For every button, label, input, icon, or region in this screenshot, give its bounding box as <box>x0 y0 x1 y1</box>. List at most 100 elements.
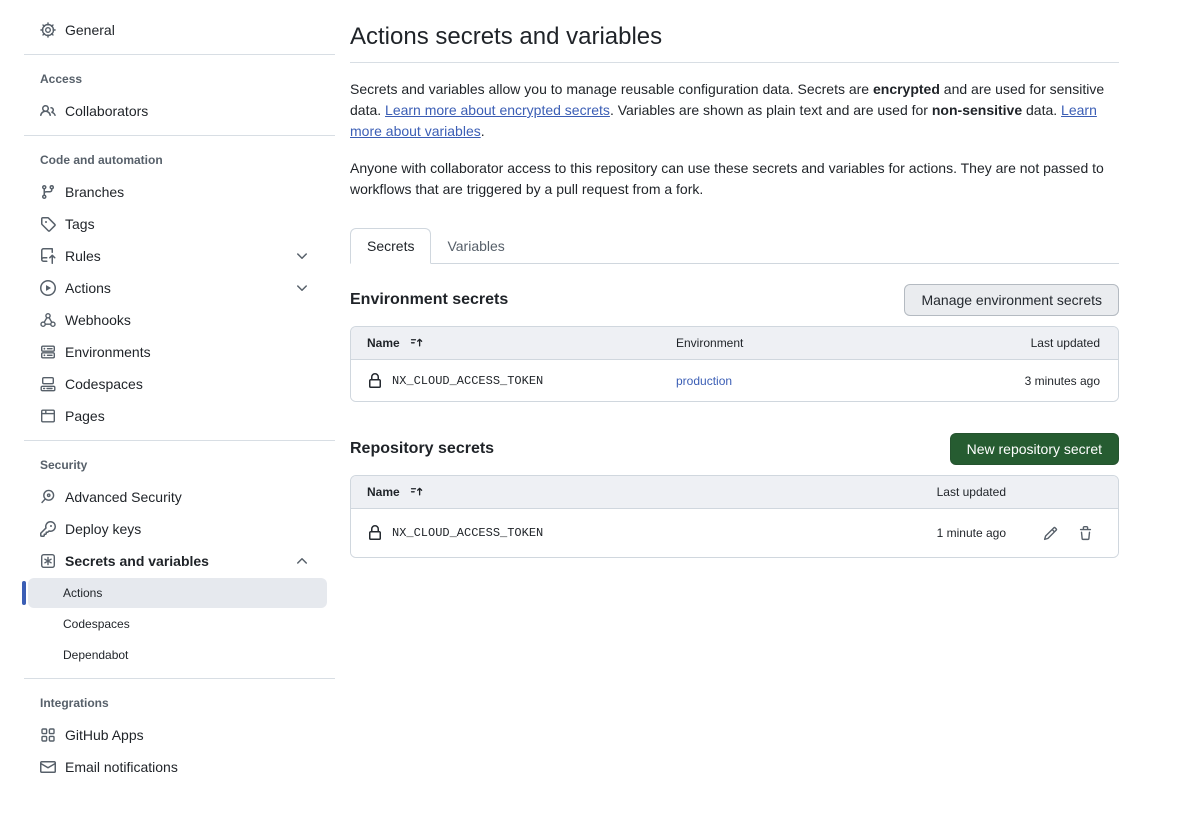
sort-ascending-icon <box>410 336 424 350</box>
last-updated-cell: 3 minutes ago <box>948 374 1118 388</box>
intro-text: Secrets and variables allow you to manag… <box>350 81 873 97</box>
environment-secrets-table: Name Environment Last updated NX_CLOUD_A… <box>350 326 1119 402</box>
column-header-name[interactable]: Name <box>351 336 676 350</box>
environment-secrets-heading: Environment secrets <box>350 291 508 309</box>
sidebar-item-label: Branches <box>65 184 124 200</box>
lock-icon <box>367 373 383 389</box>
column-header-last-updated: Last updated <box>856 485 1006 499</box>
sidebar-section-access: Access <box>0 63 335 95</box>
sidebar-item-email-notifications[interactable]: Email notifications <box>0 751 335 783</box>
sidebar-item-label: Rules <box>65 248 101 264</box>
repository-secrets-heading: Repository secrets <box>350 440 494 458</box>
environment-secrets-header: Environment secrets Manage environment s… <box>350 284 1119 316</box>
secret-name: NX_CLOUD_ACCESS_TOKEN <box>392 374 543 388</box>
sort-ascending-icon <box>410 485 424 499</box>
chevron-down-icon <box>294 280 310 296</box>
pencil-icon <box>1043 526 1058 541</box>
play-icon <box>40 280 56 296</box>
sidebar-item-deploy-keys[interactable]: Deploy keys <box>0 513 335 545</box>
sidebar-item-environments[interactable]: Environments <box>0 336 335 368</box>
intro-text: . <box>481 123 485 139</box>
sidebar-item-label: General <box>65 22 115 38</box>
codespaces-icon <box>40 376 56 392</box>
sidebar-item-label: Pages <box>65 408 105 424</box>
environment-cell: production <box>676 374 948 388</box>
sidebar-subitem-label: Codespaces <box>63 617 130 631</box>
learn-more-encrypted-secrets-link[interactable]: Learn more about encrypted secrets <box>385 102 610 118</box>
intro-paragraph-1: Secrets and variables allow you to manag… <box>350 79 1119 142</box>
row-actions <box>1006 526 1118 541</box>
secret-name-cell: NX_CLOUD_ACCESS_TOKEN <box>351 373 676 389</box>
repository-secrets-header: Repository secrets New repository secret <box>350 433 1119 465</box>
chevron-down-icon <box>294 248 310 264</box>
sidebar-subitem-actions[interactable]: Actions <box>28 578 327 608</box>
repository-secret-row: NX_CLOUD_ACCESS_TOKEN 1 minute ago <box>351 509 1118 557</box>
sidebar-item-label: Codespaces <box>65 376 143 392</box>
new-repository-secret-button[interactable]: New repository secret <box>950 433 1119 465</box>
sidebar-divider <box>24 678 335 679</box>
codescan-icon <box>40 489 56 505</box>
sidebar-item-advanced-security[interactable]: Advanced Security <box>0 481 335 513</box>
column-header-name[interactable]: Name <box>351 485 856 499</box>
column-header-last-updated: Last updated <box>948 336 1118 350</box>
sidebar-divider <box>24 135 335 136</box>
sidebar-item-collaborators[interactable]: Collaborators <box>0 95 335 127</box>
edit-secret-button[interactable] <box>1043 526 1058 541</box>
intro-text: data. <box>1022 102 1061 118</box>
secrets-variables-tabs: Secrets Variables <box>350 228 1119 264</box>
sidebar-section-security: Security <box>0 449 335 481</box>
sidebar-divider <box>24 440 335 441</box>
manage-environment-secrets-button[interactable]: Manage environment secrets <box>904 284 1119 316</box>
sidebar-item-pages[interactable]: Pages <box>0 400 335 432</box>
sidebar-item-actions[interactable]: Actions <box>0 272 335 304</box>
sidebar-divider <box>24 54 335 55</box>
sidebar-section-code-automation: Code and automation <box>0 144 335 176</box>
trash-icon <box>1078 526 1093 541</box>
repository-secrets-table: Name Last updated NX_CLOUD_ACCESS_TOKEN … <box>350 475 1119 558</box>
sidebar-item-label: Actions <box>65 280 111 296</box>
secret-name-cell: NX_CLOUD_ACCESS_TOKEN <box>351 525 856 541</box>
sidebar-subitem-codespaces[interactable]: Codespaces <box>28 609 327 639</box>
sidebar-item-webhooks[interactable]: Webhooks <box>0 304 335 336</box>
sidebar-item-label: Deploy keys <box>65 521 141 537</box>
repo-push-icon <box>40 248 56 264</box>
sidebar-item-branches[interactable]: Branches <box>0 176 335 208</box>
git-branch-icon <box>40 184 56 200</box>
sidebar-item-tags[interactable]: Tags <box>0 208 335 240</box>
environment-link[interactable]: production <box>676 374 732 388</box>
tab-secrets[interactable]: Secrets <box>350 228 431 264</box>
tab-variables[interactable]: Variables <box>431 228 520 264</box>
webhook-icon <box>40 312 56 328</box>
environment-secrets-table-header: Name Environment Last updated <box>351 327 1118 360</box>
sidebar-item-label: Advanced Security <box>65 489 182 505</box>
sidebar-item-label: Secrets and variables <box>65 553 209 569</box>
people-icon <box>40 103 56 119</box>
delete-secret-button[interactable] <box>1078 526 1093 541</box>
sidebar-item-general[interactable]: General <box>0 14 335 46</box>
chevron-up-icon <box>294 553 310 569</box>
mail-icon <box>40 759 56 775</box>
sidebar-item-label: GitHub Apps <box>65 727 144 743</box>
gear-icon <box>40 22 56 38</box>
apps-icon <box>40 727 56 743</box>
sidebar-item-label: Email notifications <box>65 759 178 775</box>
sidebar-item-label: Webhooks <box>65 312 131 328</box>
lock-icon <box>367 525 383 541</box>
active-indicator <box>22 581 26 605</box>
sidebar-item-secrets-and-variables[interactable]: Secrets and variables <box>0 545 335 577</box>
repository-secrets-table-header: Name Last updated <box>351 476 1118 509</box>
main-content: Actions secrets and variables Secrets an… <box>350 0 1119 558</box>
browser-icon <box>40 408 56 424</box>
sidebar-item-rules[interactable]: Rules <box>0 240 335 272</box>
page-title: Actions secrets and variables <box>350 22 1119 52</box>
sidebar-item-github-apps[interactable]: GitHub Apps <box>0 719 335 751</box>
sidebar-item-label: Tags <box>65 216 95 232</box>
sidebar-subitem-dependabot[interactable]: Dependabot <box>28 640 327 670</box>
last-updated-cell: 1 minute ago <box>856 526 1006 540</box>
secret-name: NX_CLOUD_ACCESS_TOKEN <box>392 526 543 540</box>
environment-secret-row: NX_CLOUD_ACCESS_TOKEN production 3 minut… <box>351 360 1118 401</box>
sidebar-subitem-label: Dependabot <box>63 648 128 662</box>
column-header-environment: Environment <box>676 336 948 350</box>
sidebar-item-codespaces[interactable]: Codespaces <box>0 368 335 400</box>
settings-sidebar: General Access Collaborators Code and au… <box>0 0 335 783</box>
